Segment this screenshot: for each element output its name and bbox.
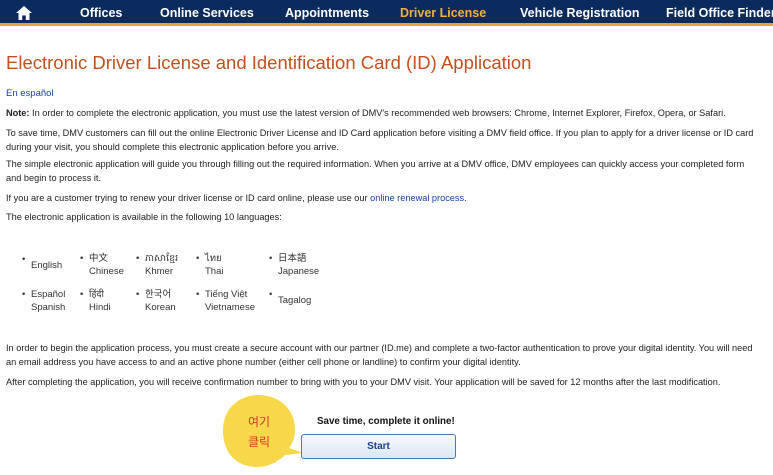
language-english-name: Chinese [89, 266, 124, 277]
language-english-name: Spanish [31, 302, 66, 313]
language-thai[interactable]: • ไทย Thai [196, 252, 223, 278]
after-completion-paragraph: After completing the application, you wi… [6, 377, 721, 387]
language-korean[interactable]: • 한국어 Korean [136, 288, 176, 314]
nav-appointments[interactable]: Appointments [285, 0, 369, 26]
list-bullet: • [136, 289, 140, 300]
note-label: Note: [6, 108, 30, 118]
renewal-prefix: If you are a customer trying to renew yo… [6, 193, 371, 203]
language-english-name: Japanese [278, 266, 320, 277]
language-native: ไทย [205, 253, 222, 264]
nav-vehicle-registration[interactable]: Vehicle Registration [520, 0, 639, 26]
list-bullet: • [196, 289, 200, 300]
language-english-name: Vietnamese [205, 302, 255, 313]
spanish-link[interactable]: En español [6, 88, 54, 99]
callout-line-2: 클릭 [248, 435, 270, 449]
home-icon [16, 6, 32, 20]
simple-application-paragraph: The simple electronic application will g… [6, 159, 745, 183]
language-tagalog[interactable]: • Tagalog [269, 288, 311, 307]
cta-label: Save time, complete it online! [317, 416, 455, 427]
languages-intro: The electronic application is available … [6, 212, 282, 222]
list-bullet: • [269, 289, 273, 300]
list-bullet: • [196, 253, 200, 264]
list-bullet: • [80, 253, 84, 264]
language-vietnamese[interactable]: • Tiếng Việt Vietnamese [196, 288, 255, 314]
nav-offices[interactable]: Offices [80, 0, 122, 26]
language-chinese[interactable]: • 中文 Chinese [80, 252, 124, 278]
language-english-name: Thai [205, 266, 224, 277]
language-native: Tagalog [278, 295, 312, 306]
list-bullet: • [269, 253, 273, 264]
language-khmer[interactable]: • ភាសាខ្មែរ Khmer [136, 252, 178, 278]
language-native: Tiếng Việt [205, 289, 248, 300]
language-native: 中文 [89, 253, 109, 264]
language-native: English [31, 260, 63, 271]
note-text: In order to complete the electronic appl… [29, 108, 726, 118]
save-time-paragraph: To save time, DMV customers can fill out… [6, 128, 754, 152]
language-hindi[interactable]: • हिंदी Hindi [80, 288, 111, 314]
list-bullet: • [80, 289, 84, 300]
online-renewal-link[interactable]: online renewal process [370, 193, 464, 203]
language-japanese[interactable]: • 日本語 Japanese [269, 252, 319, 278]
begin-process-paragraph: In order to begin the application proces… [6, 343, 753, 367]
list-bullet: • [22, 254, 26, 265]
callout-line-1: 여기 [248, 415, 270, 429]
start-button[interactable]: Start [301, 434, 456, 459]
language-native: ភាសាខ្មែរ [145, 253, 179, 264]
language-english[interactable]: • English [22, 253, 62, 272]
language-native: हिंदी [89, 289, 105, 300]
language-english-name: Hindi [89, 302, 111, 313]
language-english-name: Khmer [145, 266, 173, 277]
language-spanish[interactable]: • Español Spanish [22, 288, 65, 314]
nav-field-office-finder[interactable]: Field Office Finder [666, 0, 773, 26]
language-native: 日本語 [278, 253, 307, 264]
language-english-name: Korean [145, 302, 176, 313]
renewal-suffix: . [464, 193, 467, 203]
list-bullet: • [22, 289, 26, 300]
language-native: Español [31, 289, 66, 300]
top-navigation: Offices Online Services Appointments Dri… [0, 0, 773, 26]
page-title: Electronic Driver License and Identifica… [6, 52, 532, 73]
home-button[interactable] [0, 0, 48, 26]
note-paragraph: Note: In order to complete the electroni… [6, 107, 761, 121]
renewal-paragraph: If you are a customer trying to renew yo… [6, 192, 761, 206]
list-bullet: • [136, 253, 140, 264]
click-here-callout: 여기 클릭 [223, 395, 304, 467]
nav-online-services[interactable]: Online Services [160, 0, 254, 26]
nav-driver-license[interactable]: Driver License [400, 0, 486, 26]
language-native: 한국어 [145, 289, 172, 300]
